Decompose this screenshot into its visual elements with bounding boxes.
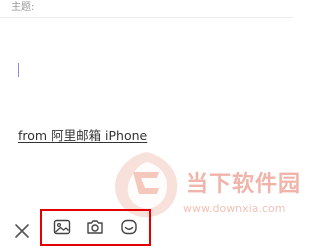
subject-row: 主题:	[0, 0, 293, 17]
emoji-icon	[119, 217, 139, 237]
text-cursor	[18, 63, 19, 77]
close-button[interactable]	[12, 221, 32, 241]
watermark-title: 当下软件园	[186, 172, 302, 197]
attachment-toolbar	[40, 209, 151, 246]
subject-input[interactable]	[44, 0, 284, 16]
compose-toolbar	[0, 205, 293, 251]
camera-button[interactable]	[85, 217, 105, 237]
signature-text: from 阿里邮箱 iPhone	[18, 128, 148, 143]
image-icon	[52, 217, 72, 237]
close-icon	[12, 224, 32, 245]
subject-label: 主题:	[11, 2, 35, 13]
emoji-button[interactable]	[119, 217, 139, 237]
camera-icon	[85, 217, 105, 237]
insert-image-button[interactable]	[52, 217, 72, 237]
